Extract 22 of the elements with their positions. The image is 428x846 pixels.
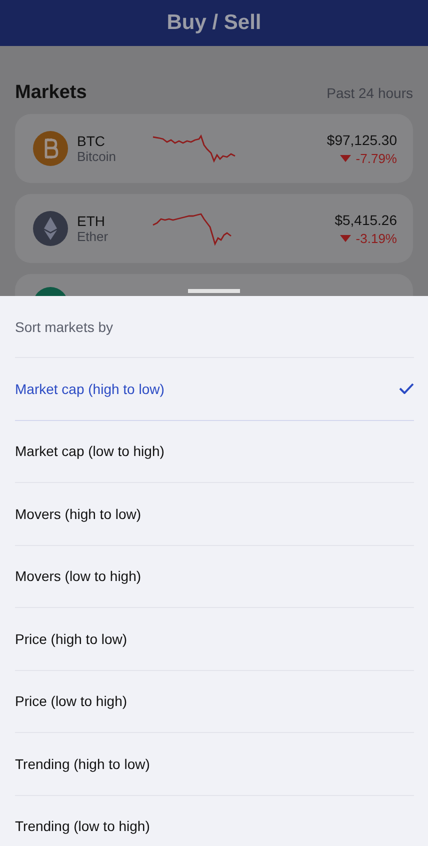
coin-price: $5,415.26 — [334, 212, 397, 228]
coin-price: $97,125.30 — [326, 132, 397, 148]
market-card[interactable]: ETH Ether $5,415.26 -3.19% — [15, 194, 413, 263]
sort-option[interactable]: Movers (high to low) — [15, 483, 414, 546]
sort-option[interactable]: Price (high to low) — [15, 608, 414, 670]
period-label: Past 24 hours — [326, 85, 413, 101]
sort-option[interactable]: Trending (high to low) — [15, 733, 414, 796]
section-title: Markets — [15, 82, 87, 104]
price-change: -7.79% — [356, 150, 397, 166]
sort-option[interactable]: Market cap (low to high) — [15, 420, 414, 483]
sort-option[interactable]: Movers (low to high) — [15, 546, 414, 608]
coin-symbol: BTC — [77, 133, 106, 149]
sheet-title: Sort markets by — [15, 318, 114, 334]
coin-name: Bitcoin — [77, 149, 118, 164]
market-card[interactable]: BTC Bitcoin $97,125.30 -7.79% — [15, 114, 413, 183]
sort-option[interactable]: Market cap (high to low) — [15, 358, 414, 420]
coin-symbol: ETH — [77, 213, 106, 229]
sort-option[interactable]: Price (low to high) — [15, 670, 414, 733]
screen-title: Buy / Sell — [166, 11, 262, 35]
sort-option[interactable]: Trending (low to high) — [15, 796, 414, 846]
price-change: -3.19% — [356, 230, 397, 246]
coin-name: Ether — [77, 229, 110, 244]
